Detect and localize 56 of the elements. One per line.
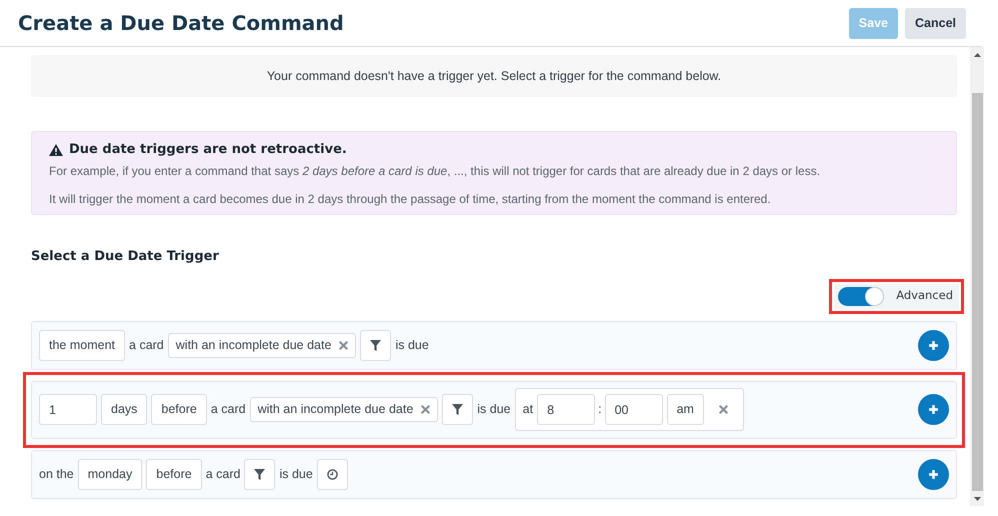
trigger-text: is due: [395, 336, 429, 354]
alert-title: Due date triggers are not retroactive.: [69, 141, 347, 159]
filter-icon: [370, 340, 382, 350]
at-label: at: [522, 401, 534, 418]
select-button[interactable]: the moment: [39, 330, 126, 360]
trigger-row[interactable]: on the monday before a card is due: [31, 450, 957, 498]
trigger-text: on the: [39, 466, 74, 483]
alert-text: It will trigger the moment a card becomes due in 2 days through the passage of time, starting from the moment the command is entered.: [49, 190, 772, 208]
time-separator: :: [598, 401, 602, 418]
filter-icon: [254, 468, 266, 480]
plus-icon: [928, 340, 939, 350]
time-button[interactable]: [316, 458, 348, 490]
remove-icon[interactable]: [339, 340, 348, 350]
add-button[interactable]: [918, 330, 949, 360]
select-button[interactable]: monday: [78, 458, 142, 490]
select-button[interactable]: before: [146, 458, 202, 490]
clock-icon: [326, 468, 338, 480]
trigger-text: is due: [279, 466, 313, 483]
filter-chip[interactable]: with an incomplete due date: [168, 332, 356, 358]
minute-field[interactable]: 00: [604, 394, 663, 425]
number-field[interactable]: 1: [39, 394, 97, 425]
advanced-toggle[interactable]: Advanced: [834, 284, 959, 308]
alert-text: For example, if you enter a command that says 2 days before a card is due, ..., this will not trigger for cards that are already due in 2 days or less.: [49, 162, 822, 180]
scrollbar[interactable]: [970, 47, 984, 506]
filter-button[interactable]: [442, 394, 474, 425]
trigger-text: a card: [210, 401, 246, 418]
chip-label: with an incomplete due date: [258, 401, 414, 418]
trigger-row[interactable]: 1 days before a card with an incomplete due date is due at 8 : 00 am: [31, 380, 957, 438]
remove-icon[interactable]: [718, 405, 728, 414]
add-button[interactable]: [918, 458, 949, 490]
plus-icon: [928, 468, 939, 480]
section-heading: Select a Due Date Trigger: [31, 248, 220, 266]
warning-icon: [49, 144, 63, 156]
trigger-text: a card: [129, 336, 164, 354]
ampm-select[interactable]: am: [666, 394, 704, 425]
filter-chip[interactable]: with an incomplete due date: [250, 397, 438, 422]
trigger-row[interactable]: the moment a card with an incomplete due date is due: [31, 320, 957, 370]
remove-icon[interactable]: [421, 405, 430, 414]
cancel-button[interactable]: Cancel: [905, 8, 966, 38]
add-button[interactable]: [918, 394, 949, 425]
trigger-text: is due: [477, 401, 511, 418]
advanced-label: Advanced: [896, 287, 954, 304]
trigger-text: a card: [206, 466, 240, 483]
chip-label: with an incomplete due date: [176, 336, 332, 354]
plus-icon: [928, 404, 939, 415]
scroll-down-icon[interactable]: [974, 497, 980, 501]
select-button[interactable]: before: [151, 394, 207, 425]
filter-button[interactable]: [244, 458, 276, 490]
select-button[interactable]: days: [101, 394, 148, 425]
hour-field[interactable]: 8: [537, 394, 596, 425]
filter-button[interactable]: [360, 330, 392, 360]
filter-icon: [452, 404, 464, 415]
notice-text: Your command doesn't have a trigger yet. Select a trigger for the command below.: [266, 68, 722, 85]
toggle-switch[interactable]: [838, 286, 884, 306]
scroll-up-icon[interactable]: [974, 53, 980, 57]
page-title: Create a Due Date Command: [18, 10, 344, 37]
